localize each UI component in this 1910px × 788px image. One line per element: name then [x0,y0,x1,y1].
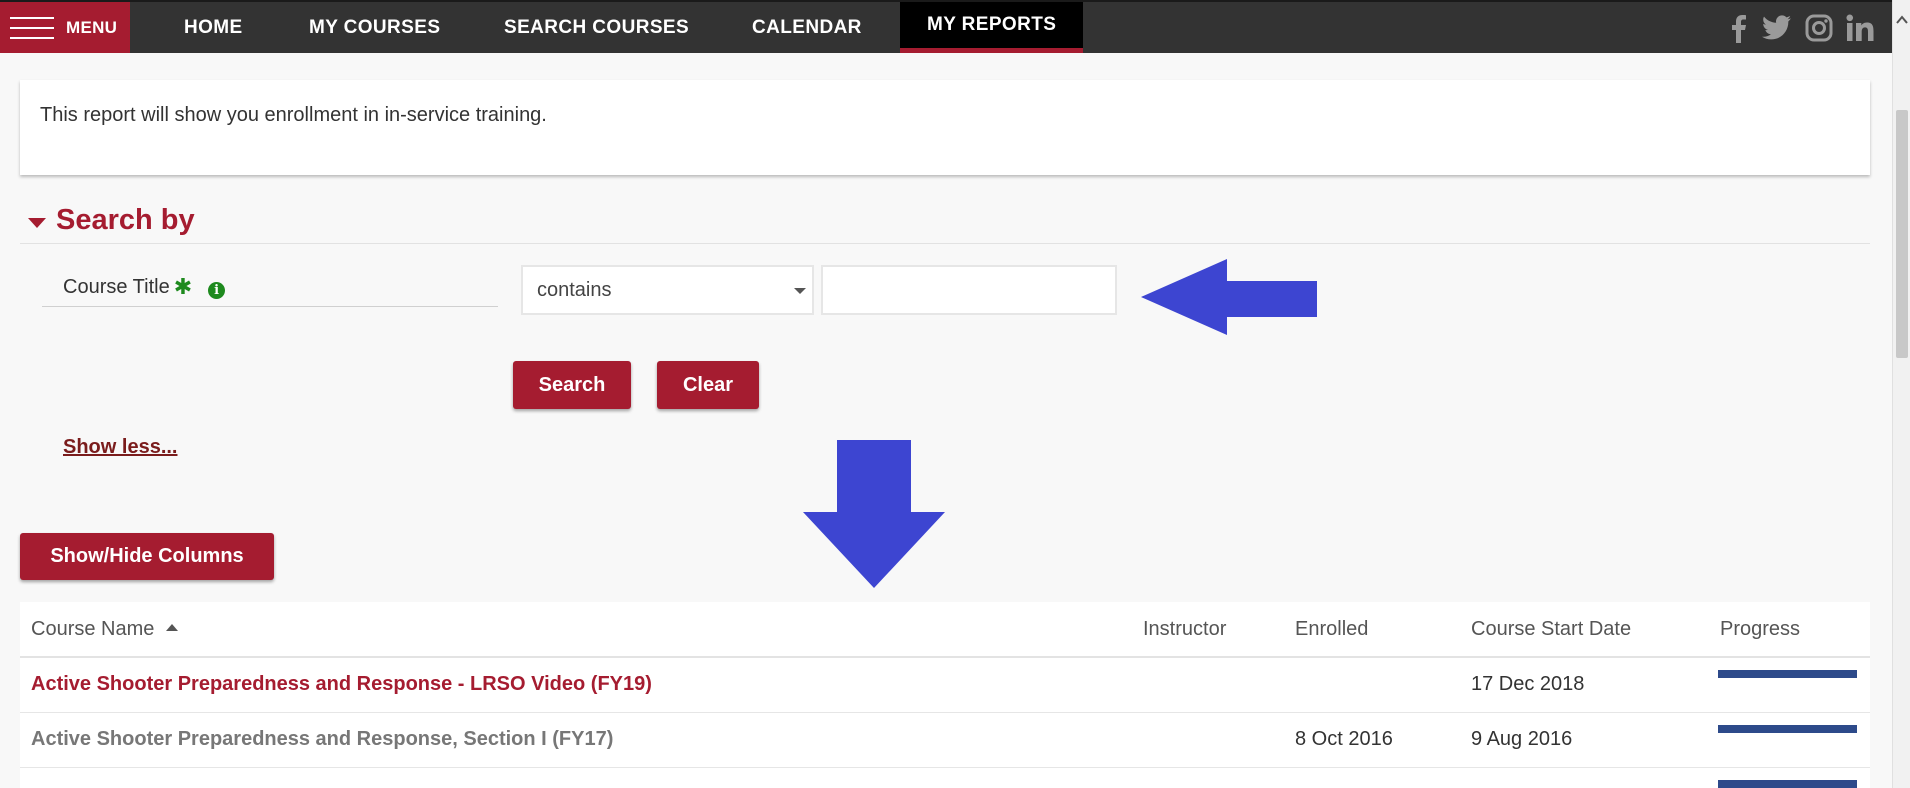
report-description: This report will show you enrollment in … [40,104,547,126]
nav-search-courses[interactable]: SEARCH COURSES [504,2,689,53]
section-divider [20,243,1870,244]
instagram-icon[interactable] [1804,12,1834,44]
search-by-toggle[interactable]: Search by [28,204,195,237]
course-name-text: Active Shooter Preparedness and Response… [31,728,614,750]
progress-bar [1718,780,1857,788]
progress-fill [1718,725,1857,733]
scroll-up-icon[interactable] [1896,14,1908,26]
search-by-heading: Search by [56,204,195,236]
menu-button[interactable]: MENU [0,2,130,53]
course-title-input[interactable] [821,265,1117,315]
column-header-label: Course Name [31,618,155,640]
info-icon[interactable]: i [208,282,226,299]
sort-ascending-icon [166,624,179,631]
caret-down-icon [28,217,46,228]
required-asterisk-icon: ✱ [173,274,193,299]
column-header-enrolled[interactable]: Enrolled [1295,618,1368,641]
report-description-card: This report will show you enrollment in … [20,80,1870,175]
column-header-course-name[interactable]: Course Name [31,618,179,641]
scroll-thumb[interactable] [1896,110,1908,358]
twitter-icon[interactable] [1761,12,1793,44]
column-header-course-start-date[interactable]: Course Start Date [1471,618,1631,641]
table-row [20,768,1870,788]
table-row: Active Shooter Preparedness and Response… [20,713,1870,768]
progress-bar [1718,670,1857,678]
course-title-label: Course Title ✱ i [42,276,498,307]
start-date-cell: 9 Aug 2016 [1471,728,1573,750]
nav-my-reports[interactable]: MY REPORTS [900,2,1084,53]
enrollment-table: Course Name Instructor Enrolled Course S… [20,602,1870,788]
course-name-link[interactable]: Active Shooter Preparedness and Response… [31,673,652,696]
operator-select[interactable]: contains [521,265,814,315]
enrolled-cell: 8 Oct 2016 [1295,728,1393,750]
dropdown-arrow-icon [794,288,806,294]
show-less-link[interactable]: Show less... [63,436,177,459]
start-date-cell: 17 Dec 2018 [1471,673,1585,695]
progress-fill [1718,780,1857,788]
show-hide-columns-button[interactable]: Show/Hide Columns [20,533,274,580]
nav-calendar[interactable]: CALENDAR [752,2,862,53]
nav-my-courses[interactable]: MY COURSES [309,2,440,53]
annotation-arrow-left-icon [1141,259,1317,335]
progress-fill [1718,670,1857,678]
linkedin-icon[interactable] [1845,12,1877,44]
column-header-instructor[interactable]: Instructor [1143,618,1226,641]
column-header-progress[interactable]: Progress [1720,618,1800,641]
menu-label: MENU [66,17,118,37]
page-scrollbar[interactable] [1892,0,1910,788]
clear-button[interactable]: Clear [657,361,759,409]
annotation-arrow-down-icon [803,440,945,588]
progress-bar [1718,725,1857,733]
table-header: Course Name Instructor Enrolled Course S… [20,602,1870,658]
operator-select-value: contains [537,278,612,301]
search-button[interactable]: Search [513,361,631,409]
facebook-icon[interactable] [1728,12,1750,44]
course-title-label-text: Course Title [63,276,170,298]
table-row: Active Shooter Preparedness and Response… [20,658,1870,713]
nav-home[interactable]: HOME [184,2,243,53]
hamburger-icon [10,16,54,39]
top-navigation: MENU HOME MY COURSES SEARCH COURSES CALE… [0,0,1892,53]
